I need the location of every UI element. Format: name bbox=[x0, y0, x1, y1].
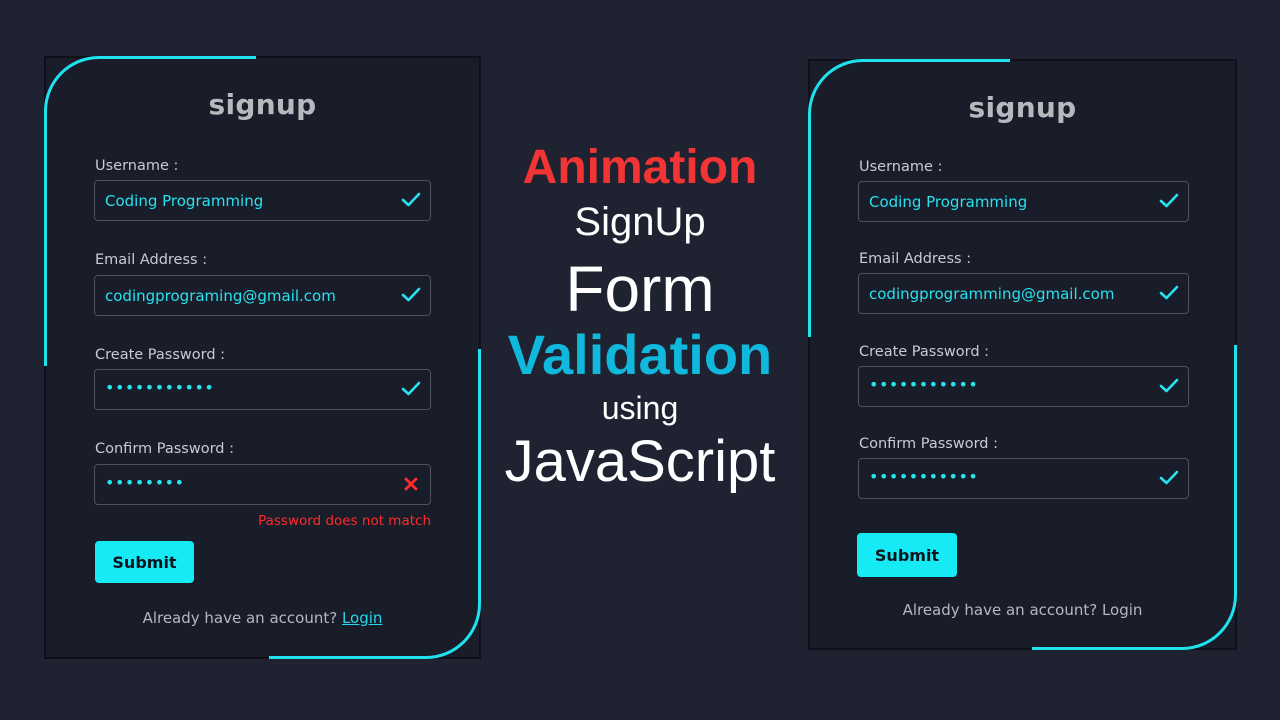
heading-animation: Animation bbox=[522, 141, 758, 194]
email-field[interactable]: codingprogramming@gmail.com bbox=[858, 273, 1189, 314]
heading-using: using bbox=[601, 390, 679, 426]
footer-text: Already have an account? Login bbox=[810, 601, 1235, 619]
password-value: ••••••••••• bbox=[105, 378, 215, 397]
check-icon bbox=[1158, 282, 1180, 304]
username-field[interactable]: Coding Programming bbox=[94, 180, 431, 221]
email-field[interactable]: codingprograming@gmail.com bbox=[94, 275, 431, 316]
signup-card-right: signup Username : Coding Programming Ema… bbox=[808, 59, 1237, 650]
check-icon bbox=[400, 284, 422, 306]
email-value: codingprogramming@gmail.com bbox=[869, 285, 1115, 303]
confirm-password-error: Password does not match bbox=[258, 513, 431, 529]
signup-card-left: signup Username : Coding Programming Ema… bbox=[44, 56, 481, 659]
email-value: codingprograming@gmail.com bbox=[105, 287, 336, 305]
create-password-field[interactable]: ••••••••••• bbox=[858, 366, 1189, 407]
submit-button[interactable]: Submit bbox=[95, 541, 194, 583]
confirm-password-label: Confirm Password : bbox=[859, 436, 998, 452]
heading-form: Form bbox=[565, 253, 715, 325]
confirm-password-field[interactable]: ••••••••••• bbox=[858, 458, 1189, 499]
heading-javascript: JavaScript bbox=[504, 429, 776, 494]
username-value: Coding Programming bbox=[105, 192, 264, 210]
check-icon bbox=[1158, 190, 1180, 212]
confirm-password-field[interactable]: •••••••• bbox=[94, 464, 431, 505]
heading-validation: Validation bbox=[507, 323, 773, 386]
check-icon bbox=[1158, 375, 1180, 397]
cross-icon bbox=[400, 473, 422, 495]
confirm-password-label: Confirm Password : bbox=[95, 441, 234, 457]
already-account-text: Already have an account? bbox=[142, 609, 338, 627]
check-icon bbox=[400, 189, 422, 211]
check-icon bbox=[1158, 467, 1180, 489]
confirm-password-value: ••••••••••• bbox=[869, 467, 979, 486]
password-value: ••••••••••• bbox=[869, 375, 979, 394]
heading-signup: SignUp bbox=[574, 200, 706, 244]
username-value: Coding Programming bbox=[869, 193, 1028, 211]
create-password-label: Create Password : bbox=[95, 347, 226, 363]
username-label: Username : bbox=[95, 158, 179, 174]
confirm-password-value: •••••••• bbox=[105, 473, 185, 492]
form-title: signup bbox=[208, 88, 317, 121]
username-field[interactable]: Coding Programming bbox=[858, 181, 1189, 222]
create-password-field[interactable]: ••••••••••• bbox=[94, 369, 431, 410]
check-icon bbox=[400, 378, 422, 400]
form-title: signup bbox=[968, 91, 1077, 124]
submit-button[interactable]: Submit bbox=[857, 533, 957, 577]
already-account-text: Already have an account? bbox=[902, 601, 1098, 619]
login-link[interactable]: Login bbox=[1102, 601, 1142, 619]
username-label: Username : bbox=[859, 159, 943, 175]
email-label: Email Address : bbox=[859, 251, 972, 267]
email-label: Email Address : bbox=[95, 252, 208, 268]
create-password-label: Create Password : bbox=[859, 344, 990, 360]
footer-text: Already have an account? Login bbox=[46, 609, 479, 627]
login-link[interactable]: Login bbox=[342, 609, 382, 627]
